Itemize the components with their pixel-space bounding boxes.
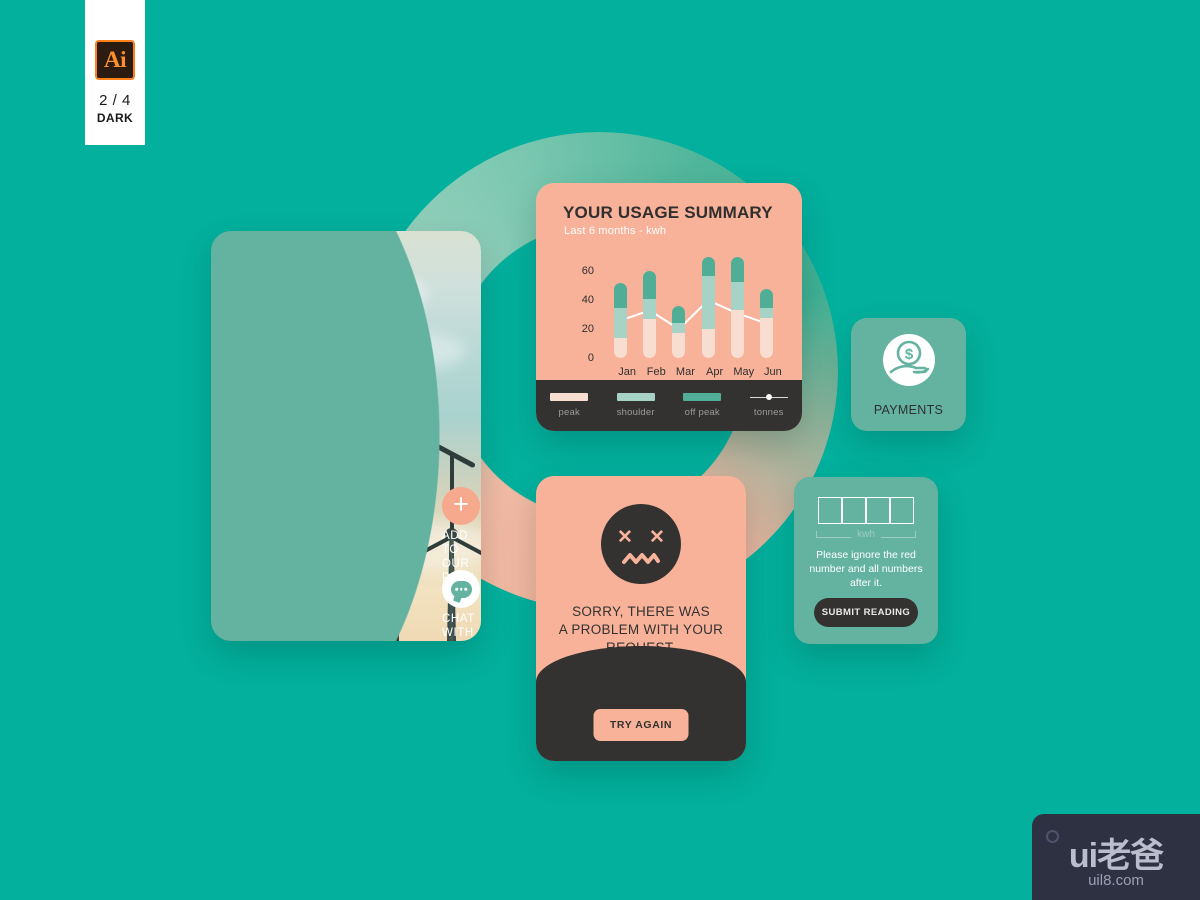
payments-card[interactable]: $ PAYMENTS [851, 318, 966, 431]
chart-bar-segment-off-peak [643, 271, 657, 299]
legend-item: tonnes [736, 393, 803, 418]
legend-label: tonnes [753, 407, 784, 418]
chart-bar-segment-peak [643, 319, 657, 358]
meter-digit-box[interactable] [866, 497, 890, 524]
meter-unit-row: kwh [816, 527, 917, 541]
meter-digit-inputs[interactable] [818, 497, 914, 524]
chart-bar-segment-peak [759, 317, 773, 358]
error-message: SORRY, THERE WAS A PROBLEM WITH YOUR REQ… [558, 604, 724, 655]
chat-with-adviser-label: CHAT WITH ADVISER [442, 613, 475, 639]
chart-bar-segment-shoulder [614, 307, 628, 338]
chart-bar [614, 282, 628, 358]
legend-swatch [550, 393, 589, 401]
chat-with-adviser-button[interactable] [442, 570, 480, 608]
chart-bar-segment-shoulder [643, 298, 657, 320]
theme-mode-label: DARK [96, 111, 134, 125]
legend-item: shoulder [603, 393, 670, 418]
chart-legend: peak shoulder off peak tonnes [536, 380, 802, 431]
face-eye-left: ✕ [617, 527, 633, 548]
plus-icon: + [453, 489, 469, 519]
ai-icon: Ai [95, 40, 135, 80]
chat-bubble-icon [450, 580, 472, 598]
watermark-url: uil8.com [1088, 872, 1144, 889]
meter-digit-box[interactable] [890, 497, 914, 524]
payments-label: PAYMENTS [873, 403, 944, 417]
error-card-footer [536, 646, 746, 761]
usage-bar-chart: 0 20 40 60 Jan Feb Mar Apr May Jun [536, 245, 802, 380]
chart-bar [759, 288, 773, 358]
screen-counter: 2 / 4 [99, 92, 131, 109]
chart-bar-segment-off-peak [614, 282, 628, 308]
submit-reading-button[interactable]: SUBMIT READING [814, 598, 918, 627]
chart-bar-segment-shoulder [672, 323, 686, 334]
usage-summary-subtitle: Last 6 months - kwh [564, 225, 667, 237]
add-to-plan-button[interactable]: + [442, 487, 480, 525]
chart-bar-segment-off-peak [730, 257, 744, 282]
meter-digit-box[interactable] [818, 497, 842, 524]
legend-label: off peak [684, 407, 720, 418]
chart-bar-segment-shoulder [701, 275, 715, 330]
chart-bar-segment-peak [614, 337, 628, 358]
meter-reading-card: kwh Please ignore the red number and all… [794, 477, 938, 644]
legend-line-marker [749, 393, 788, 401]
y-axis-tick: 20 [581, 323, 594, 336]
money-in-hand-icon: $ [882, 334, 935, 386]
legend-label: shoulder [616, 407, 655, 418]
chart-bar [672, 306, 686, 358]
usage-summary-title: YOUR USAGE SUMMARY [563, 203, 773, 222]
error-card: ✕ ✕ SORRY, THERE WAS A PROBLEM WITH YOUR… [536, 476, 746, 761]
chart-bar-segment-peak [672, 333, 686, 358]
ai-icon-label: Ai [104, 47, 127, 72]
watermark: ui老爸 uil8.com [1032, 814, 1200, 900]
watermark-logo: ui老爸 [1068, 837, 1164, 875]
chart-bar-segment-peak [730, 310, 744, 358]
tonnes-line-series [617, 296, 770, 333]
file-type-badge: Ai 2 / 4 DARK [85, 0, 145, 145]
y-axis-ticks: 0 20 40 60 [558, 245, 594, 380]
y-axis-tick: 0 [587, 352, 594, 364]
legend-swatch [616, 393, 655, 401]
chart-bar-segment-off-peak [759, 288, 773, 308]
meter-unit-label: kwh [857, 528, 875, 540]
y-axis-tick: 60 [581, 265, 594, 278]
svg-text:$: $ [904, 346, 913, 363]
legend-label: peak [558, 407, 580, 418]
chart-bar-segment-shoulder [730, 281, 744, 311]
chart-bar [643, 271, 657, 358]
try-again-button[interactable]: TRY AGAIN [593, 709, 689, 741]
chart-bar [730, 257, 744, 358]
y-axis-tick: 40 [581, 294, 594, 307]
legend-item: off peak [669, 393, 736, 418]
chart-bar [701, 257, 715, 358]
promo-card: + ADD TO OUR PLAN CHAT WITH ADVISER SPRE… [211, 231, 481, 641]
face-eye-right: ✕ [649, 527, 665, 548]
meter-digit-box[interactable] [842, 497, 866, 524]
chart-bar-segment-off-peak [672, 306, 686, 324]
dead-face-icon: ✕ ✕ [601, 504, 681, 584]
chart-bar-segment-peak [701, 329, 715, 358]
chart-bar-segment-shoulder [759, 307, 773, 318]
legend-swatch [683, 393, 722, 401]
usage-summary-card: YOUR USAGE SUMMARY Last 6 months - kwh 0… [536, 183, 802, 431]
meter-help-text: Please ignore the red number and all num… [809, 549, 923, 589]
x-axis-label: Jun [764, 366, 782, 378]
face-mouth [622, 553, 660, 564]
legend-item: peak [536, 393, 603, 418]
chart-bar-segment-off-peak [701, 257, 715, 276]
canvas: Ai 2 / 4 DARK + ADD TO OUR CHAT WITH YOU… [0, 0, 1200, 900]
chart-plot-area: Jan Feb Mar Apr May Jun [606, 245, 782, 380]
